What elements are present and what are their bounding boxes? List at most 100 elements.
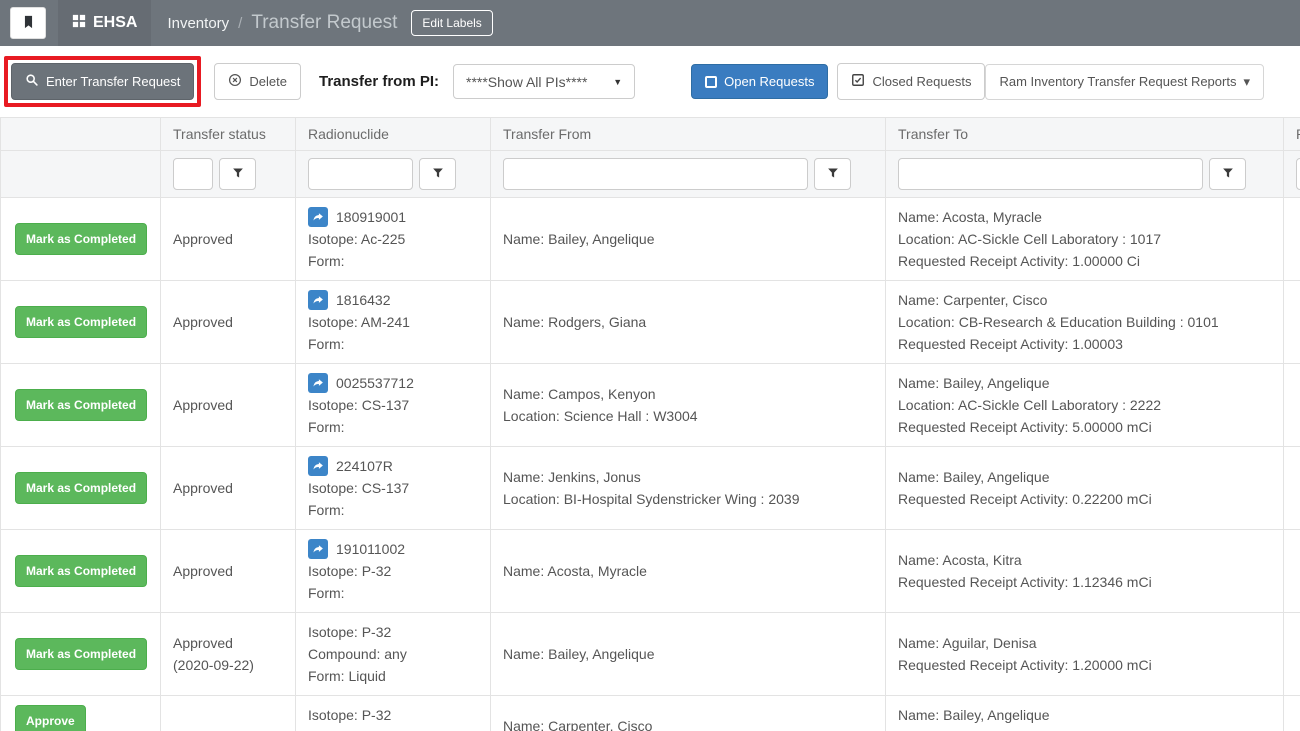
- transfer-status-column-header[interactable]: Transfer status: [161, 118, 296, 151]
- actions-column-header: [1, 118, 161, 151]
- transfer-from-line: Name: Bailey, Angelique: [503, 643, 873, 665]
- clipped-cell: [1284, 364, 1300, 447]
- transfer-to-cell: Name: Bailey, AngeliqueLocation: AC-Sick…: [886, 696, 1284, 731]
- radionuclide-detail-line: Isotope: CS-137: [308, 394, 478, 416]
- mark-as-completed-button[interactable]: Mark as Completed: [15, 472, 147, 504]
- clipped-filter-cell: [1284, 151, 1300, 198]
- enter-transfer-request-button[interactable]: Enter Transfer Request: [11, 63, 194, 100]
- transfer-status-filter-cell: [161, 151, 296, 198]
- mark-as-completed-button[interactable]: Mark as Completed: [15, 555, 147, 587]
- transfer-from-line: Location: Science Hall : W3004: [503, 405, 873, 427]
- transfer-arrow-icon[interactable]: [308, 290, 328, 310]
- open-requests-button[interactable]: Open Requests: [691, 64, 828, 99]
- closed-requests-label: Closed Requests: [872, 74, 971, 89]
- transfer-from-line: Name: Campos, Kenyon: [503, 383, 873, 405]
- delete-button[interactable]: Delete: [214, 63, 301, 100]
- transfer-to-line: Location: AC-Sickle Cell Laboratory : 10…: [898, 726, 1271, 731]
- transfer-arrow-icon[interactable]: [308, 456, 328, 476]
- status-text: Approved: [173, 477, 283, 499]
- transfer-to-filter-cell: [886, 151, 1284, 198]
- transfer-to-line: Name: Bailey, Angelique: [898, 466, 1271, 488]
- radionuclide-id: 191011002: [336, 538, 405, 560]
- radionuclide-cell: Isotope: P-32Compound:Form:: [296, 696, 491, 731]
- status-text: Approved: [173, 311, 283, 333]
- edit-labels-button[interactable]: Edit Labels: [411, 10, 492, 36]
- transfer-to-line: Name: Bailey, Angelique: [898, 372, 1271, 394]
- transfer-from-cell: Name: Jenkins, JonusLocation: BI-Hospita…: [491, 447, 886, 530]
- table-row: ApproveDeny Pending Isotope: P-32Compound:…: [1, 696, 1300, 731]
- transfer-arrow-icon[interactable]: [308, 207, 328, 227]
- transfer-from-filter-input[interactable]: [503, 158, 808, 190]
- transfer-to-line: Name: Carpenter, Cisco: [898, 289, 1271, 311]
- transfer-requests-table: Transfer status Radionuclide Transfer Fr…: [0, 117, 1300, 731]
- transfer-to-cell: Name: Aguilar, DenisaRequested Receipt A…: [886, 613, 1284, 696]
- transfer-to-line: Requested Receipt Activity: 1.12346 mCi: [898, 571, 1271, 593]
- ehsa-brand[interactable]: EHSA: [58, 0, 151, 46]
- transfer-from-cell: Name: Bailey, Angelique: [491, 198, 886, 281]
- status-text: Approved: [173, 560, 283, 582]
- breadcrumb-inventory[interactable]: Inventory: [167, 15, 229, 32]
- funnel-icon: [432, 167, 444, 182]
- transfer-to-line: Location: AC-Sickle Cell Laboratory : 10…: [898, 228, 1271, 250]
- transfer-status-filter-input[interactable]: [173, 158, 213, 190]
- transfer-to-filter-input[interactable]: [898, 158, 1203, 190]
- transfer-status-filter-button[interactable]: [219, 158, 256, 190]
- search-icon: [25, 73, 39, 90]
- radionuclide-detail-line: Compound:: [308, 726, 478, 731]
- radionuclide-detail-line: Form:: [308, 250, 478, 272]
- top-navbar: EHSA Inventory / Transfer Request Edit L…: [0, 0, 1300, 46]
- transfer-status-cell: Approved: [161, 364, 296, 447]
- reports-caret-icon: ▾: [1243, 74, 1250, 90]
- transfer-to-line: Requested Receipt Activity: 1.00003: [898, 333, 1271, 355]
- transfer-to-line: Requested Receipt Activity: 1.00000 Ci: [898, 250, 1271, 272]
- transfer-to-line: Requested Receipt Activity: 1.20000 mCi: [898, 654, 1271, 676]
- closed-requests-button[interactable]: Closed Requests: [837, 63, 985, 100]
- status-text: Pending: [173, 726, 283, 731]
- status-text: Approved: [173, 228, 283, 250]
- delete-label: Delete: [249, 74, 287, 89]
- transfer-arrow-icon[interactable]: [308, 539, 328, 559]
- pi-select-value: ****Show All PIs****: [466, 74, 587, 90]
- pi-select[interactable]: ****Show All PIs**** ▼: [453, 64, 635, 99]
- radionuclide-column-header[interactable]: Radionuclide: [296, 118, 491, 151]
- transfer-from-line: Location: BI-Hospital Sydenstricker Wing…: [503, 488, 873, 510]
- radionuclide-id: 1816432: [336, 289, 391, 311]
- bookmark-button[interactable]: [10, 7, 46, 39]
- radionuclide-id-line: 1816432: [308, 289, 478, 311]
- transfer-arrow-icon[interactable]: [308, 373, 328, 393]
- radionuclide-detail-line: Isotope: P-32: [308, 560, 478, 582]
- clipped-filter-input[interactable]: [1296, 158, 1300, 190]
- clipped-cell: [1284, 198, 1300, 281]
- annotation-highlight-box: Enter Transfer Request: [4, 56, 201, 107]
- row-actions-cell: Mark as Completed: [1, 198, 161, 281]
- transfer-to-line: Requested Receipt Activity: 5.00000 mCi: [898, 416, 1271, 438]
- transfer-to-column-header[interactable]: Transfer To: [886, 118, 1284, 151]
- transfer-to-line: Name: Acosta, Kitra: [898, 549, 1271, 571]
- table-row: Mark as CompletedApproved0025537712Isoto…: [1, 364, 1300, 447]
- transfer-to-cell: Name: Acosta, MyracleLocation: AC-Sickle…: [886, 198, 1284, 281]
- table-filter-row: [1, 151, 1300, 198]
- transfer-to-filter-button[interactable]: [1209, 158, 1246, 190]
- radionuclide-cell: 1816432Isotope: AM-241Form:: [296, 281, 491, 364]
- approve-button[interactable]: Approve: [15, 705, 86, 731]
- radionuclide-detail-line: Isotope: P-32: [308, 704, 478, 726]
- mark-as-completed-button[interactable]: Mark as Completed: [15, 223, 147, 255]
- row-actions-cell: ApproveDeny: [1, 696, 161, 731]
- row-actions-cell: Mark as Completed: [1, 281, 161, 364]
- radionuclide-cell: 191011002Isotope: P-32Form:: [296, 530, 491, 613]
- clipped-cell: [1284, 281, 1300, 364]
- clipped-column-header[interactable]: P: [1284, 118, 1300, 151]
- mark-as-completed-button[interactable]: Mark as Completed: [15, 638, 147, 670]
- radionuclide-filter-input[interactable]: [308, 158, 413, 190]
- mark-as-completed-button[interactable]: Mark as Completed: [15, 306, 147, 338]
- table-body: Mark as CompletedApproved180919001Isotop…: [1, 198, 1300, 731]
- mark-as-completed-button[interactable]: Mark as Completed: [15, 389, 147, 421]
- transfer-to-cell: Name: Acosta, KitraRequested Receipt Act…: [886, 530, 1284, 613]
- transfer-from-filter-button[interactable]: [814, 158, 851, 190]
- radionuclide-cell: 180919001Isotope: Ac-225Form:: [296, 198, 491, 281]
- reports-dropdown-button[interactable]: Ram Inventory Transfer Request Reports ▾: [985, 64, 1264, 100]
- transfer-from-column-header[interactable]: Transfer From: [491, 118, 886, 151]
- radionuclide-filter-button[interactable]: [419, 158, 456, 190]
- status-text: Approved: [173, 632, 283, 654]
- transfer-from-cell: Name: Campos, KenyonLocation: Science Ha…: [491, 364, 886, 447]
